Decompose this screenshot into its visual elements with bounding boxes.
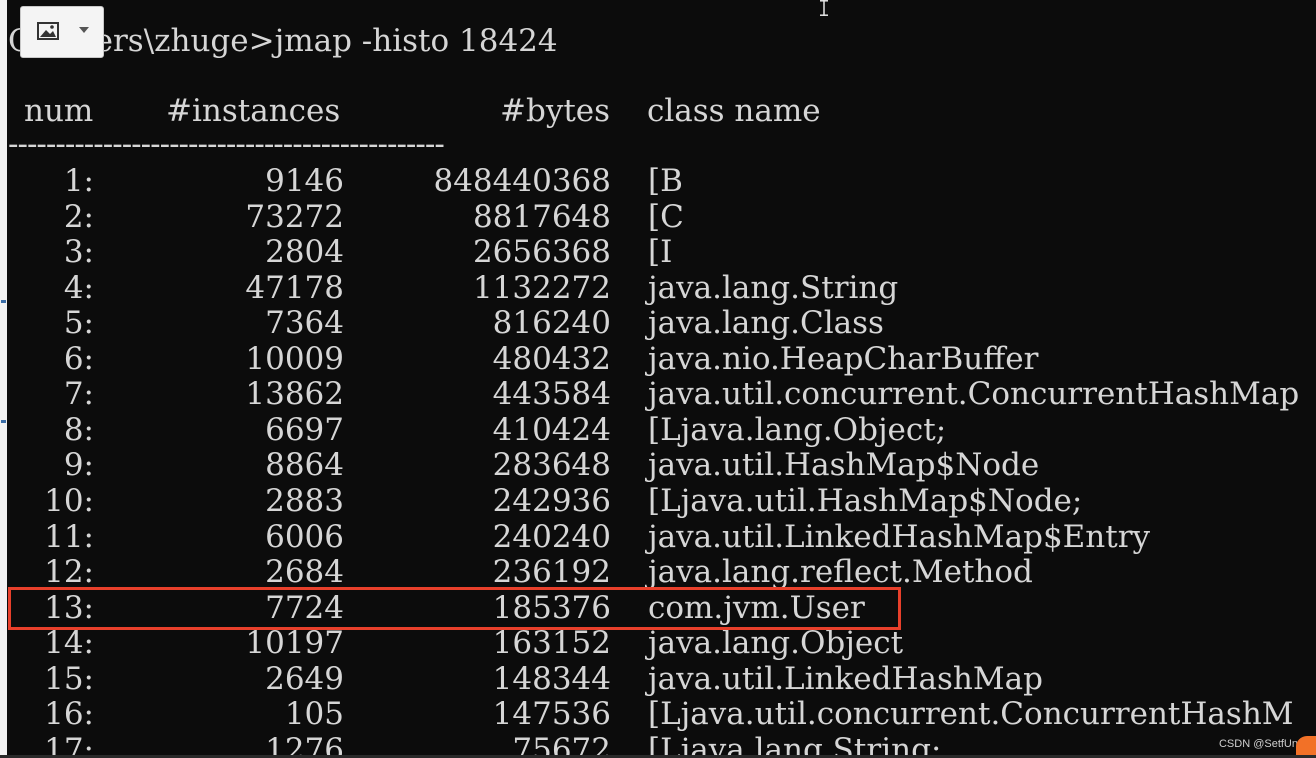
row-instances: 6697 — [265, 411, 344, 448]
table-row: 3: 2804 2656368 [I — [0, 234, 1316, 270]
header-num: num — [24, 93, 94, 129]
table-row: 15: 2649 148344 java.util.LinkedHashMap — [0, 661, 1316, 697]
terminal-window[interactable]: C:\Users\zhuge>jmap -histo 18424 num #in… — [0, 0, 1316, 758]
row-bytes: 240240 — [492, 518, 611, 555]
row-class-name: [I — [648, 234, 673, 271]
image-icon — [37, 22, 59, 40]
row-num: 8: — [63, 411, 94, 448]
row-instances: 105 — [284, 696, 344, 733]
row-class-name: [Ljava.util.concurrent.ConcurrentHashM — [648, 696, 1294, 733]
row-instances: 10197 — [245, 625, 344, 662]
row-bytes: 163152 — [492, 625, 611, 662]
row-class-name: [B — [648, 163, 683, 199]
row-instances: 2804 — [265, 234, 344, 271]
row-num: 3: — [63, 234, 94, 271]
row-bytes: 443584 — [492, 376, 611, 413]
row-num: 15: — [44, 660, 94, 697]
row-num: 11: — [44, 518, 94, 555]
watermark-text: CSDN @SetfUn — [1218, 738, 1298, 750]
text-cursor-icon — [820, 0, 828, 16]
row-class-name: java.util.LinkedHashMap$Entry — [648, 518, 1151, 555]
row-bytes: 8817648 — [472, 198, 611, 235]
row-bytes: 283648 — [492, 447, 611, 484]
row-bytes: 1132272 — [472, 269, 611, 306]
row-instances: 13862 — [245, 376, 344, 413]
table-row: 8: 6697 410424 [Ljava.lang.Object; — [0, 412, 1316, 448]
row-class-name: java.lang.Object — [648, 625, 904, 662]
header-instances: #instances — [166, 93, 341, 129]
row-instances: 10009 — [245, 340, 344, 377]
table-header: num #instances #bytes class name — [0, 93, 1316, 129]
row-num: 10: — [44, 482, 94, 519]
row-instances: 8864 — [265, 447, 344, 484]
row-num: 6: — [63, 340, 94, 377]
row-num: 16: — [44, 696, 94, 733]
row-class-name: java.util.HashMap$Node — [648, 447, 1040, 484]
row-bytes: 147536 — [492, 696, 611, 733]
table-row: 11: 6006 240240 java.util.LinkedHashMap$Ent… — [0, 519, 1316, 555]
table-row: 10: 2883 242936 [Ljava.util.HashMap$Node; — [0, 483, 1316, 519]
row-bytes: 848440368 — [433, 163, 611, 199]
row-instances: 2883 — [265, 482, 344, 519]
table-row: 6: 10009 480432 java.nio.HeapCharBuffer — [0, 341, 1316, 377]
row-instances: 9146 — [265, 163, 344, 199]
table-row: 9: 8864 283648 java.util.HashMap$Node — [0, 447, 1316, 483]
row-instances: 2649 — [265, 660, 344, 697]
header-divider: ----------------------------------------… — [8, 126, 445, 162]
row-instances: 6006 — [265, 518, 344, 555]
row-bytes: 480432 — [492, 340, 611, 377]
row-num: 5: — [63, 305, 94, 342]
table-row: 7: 13862 443584 java.util.concurrent.Concur… — [0, 376, 1316, 412]
row-bytes: 816240 — [492, 305, 611, 342]
row-class-name: [Ljava.util.HashMap$Node; — [648, 482, 1083, 519]
row-class-name: [C — [648, 198, 684, 235]
row-num: 2: — [63, 198, 94, 235]
row-num: 1: — [63, 163, 94, 199]
row-num: 4: — [63, 269, 94, 306]
row-num: 7: — [63, 376, 94, 413]
row-class-name: java.nio.HeapCharBuffer — [648, 340, 1039, 377]
row-class-name: java.util.concurrent.ConcurrentHashMap — [648, 376, 1300, 413]
chevron-down-icon — [79, 27, 89, 33]
row-class-name: java.lang.String — [648, 269, 899, 306]
row-bytes: 2656368 — [472, 234, 611, 271]
table-row: 16: 105 147536 [Ljava.util.concurrent.Concu… — [0, 696, 1316, 732]
row-class-name: java.lang.Class — [648, 305, 884, 342]
row-instances: 73272 — [245, 198, 344, 235]
row-num: 9: — [63, 447, 94, 484]
row-class-name: java.util.LinkedHashMap — [648, 660, 1043, 697]
header-bytes: #bytes — [500, 93, 611, 129]
table-row: 14: 10197 163152 java.lang.Object — [0, 625, 1316, 661]
table-row: 1: 9146 848440368 [B — [0, 163, 1316, 199]
row-bytes: 236192 — [492, 554, 611, 591]
table-row: 5: 7364 816240 java.lang.Class — [0, 305, 1316, 341]
image-overlay-button[interactable] — [20, 6, 104, 58]
row-num: 14: — [44, 625, 94, 662]
row-bytes: 410424 — [492, 411, 611, 448]
row-bytes: 242936 — [492, 482, 611, 519]
header-class-name: class name — [647, 93, 821, 129]
row-instances: 7364 — [265, 305, 344, 342]
highlighted-row-box — [8, 587, 901, 630]
table-row: 12: 2684 236192 java.lang.reflect.Method — [0, 554, 1316, 590]
table-row: 2: 73272 8817648 [C — [0, 199, 1316, 235]
row-instances: 2684 — [265, 554, 344, 591]
row-class-name: [Ljava.lang.Object; — [648, 411, 947, 448]
row-bytes: 148344 — [492, 660, 611, 697]
row-num: 12: — [44, 554, 94, 591]
table-row: 4: 47178 1132272 java.lang.String — [0, 270, 1316, 306]
row-instances: 47178 — [245, 269, 344, 306]
row-class-name: java.lang.reflect.Method — [648, 554, 1033, 591]
